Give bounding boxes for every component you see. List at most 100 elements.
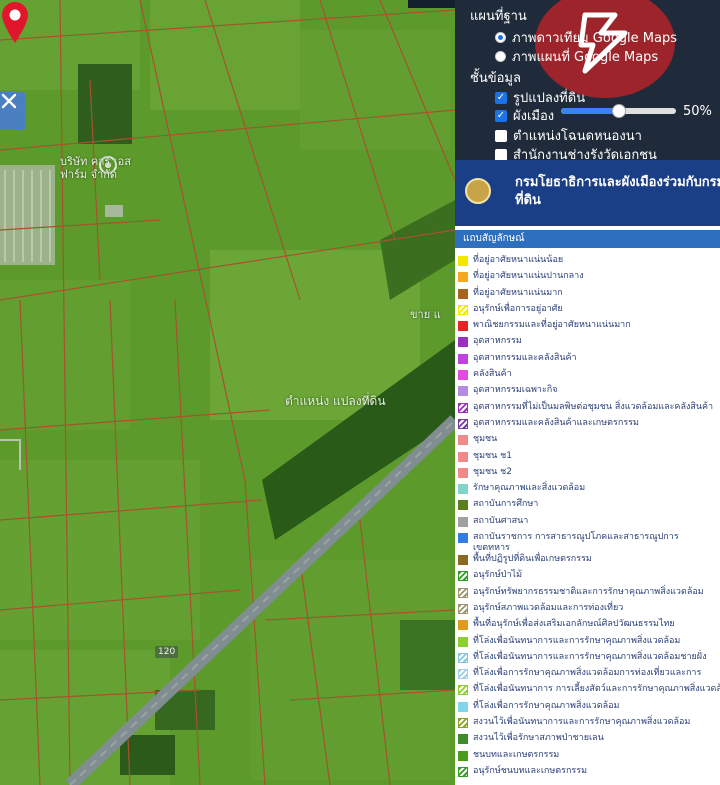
legend-label: อนุรักษ์ทรัพยากรธรรมชาติและการรักษาคุณภา…	[473, 586, 704, 597]
legend-label: สถาบันการศึกษา	[473, 499, 539, 510]
legend-item: อนุรักษ์ป่าไม้	[455, 570, 720, 586]
legend-item: รักษาคุณภาพและสิ่งแวดล้อม	[455, 483, 720, 499]
legend-swatch	[458, 620, 468, 631]
agency-banner-text: กรมโยธาธิการและผังเมืองร่วมกับกรม ที่ดิน	[515, 175, 720, 208]
legend-label: อุตสาหกรรมเฉพาะกิจ	[473, 385, 558, 396]
map-canvas[interactable]: บริษัท คาร์ เอส ฟาร์ม จำกัด ขาย แ ตำแหน่…	[0, 0, 455, 785]
legend-swatch	[458, 718, 468, 729]
legend-swatch	[458, 337, 468, 348]
legend-label: อนุรักษ์สภาพแวดล้อมและการท่องเที่ยว	[473, 602, 624, 613]
checkbox-unchecked[interactable]	[495, 148, 507, 161]
radio-unselected[interactable]	[495, 51, 506, 62]
legend-label: ที่โล่งเพื่อนันทนาการและการรักษาคุณภาพสิ…	[473, 635, 681, 646]
legend-swatch	[458, 467, 468, 478]
layer-cityplan[interactable]: ✓ ผังเมือง	[495, 105, 554, 126]
legend-swatch	[458, 571, 468, 582]
legend-label: อนุรักษ์เพื่อการอยู่อาศัย	[473, 303, 563, 314]
map-top-strip	[408, 0, 455, 8]
layer-label: ผังเมือง	[513, 109, 555, 124]
legend-swatch	[458, 484, 468, 495]
legend-item: ชุมชน ช1	[455, 451, 720, 467]
legend-swatch	[458, 272, 468, 283]
layer-label: ตำแหน่งโฉนดหนองนา	[513, 129, 642, 144]
legend-item: ที่โล่งเพื่อการรักษาคุณภาพสิ่งแวดล้อมการ…	[455, 668, 720, 684]
legend-swatch	[458, 652, 468, 663]
legend-label: คลังสินค้า	[473, 369, 512, 380]
legend-item: อุตสาหกรรมที่ไม่เป็นมลพิษต่อชุมชน สิ่งแว…	[455, 402, 720, 418]
legend-item: ที่โล่งเพื่อนันทนาการ การเลี้ยงสัตว์และก…	[455, 684, 720, 700]
legend-swatch	[458, 734, 468, 745]
layers-title: ชั้นข้อมูล	[470, 71, 521, 86]
basemap-option-satellite[interactable]: ภาพดาวเทียม Google Maps	[495, 27, 677, 48]
legend-swatch	[458, 418, 468, 429]
road-number-badge: 120	[155, 646, 179, 658]
legend-item: ชุมชน ช2	[455, 467, 720, 483]
legend-swatch	[458, 587, 468, 598]
map-imagery[interactable]	[0, 0, 455, 785]
legend-label: อุตสาหกรรมที่ไม่เป็นมลพิษต่อชุมชน สิ่งแว…	[473, 401, 714, 412]
basemap-option-map[interactable]: ภาพแผนที่ Google Maps	[495, 46, 658, 67]
legend-item: อนุรักษ์ทรัพยากรธรรมชาติและการรักษาคุณภา…	[455, 587, 720, 603]
checkbox-checked[interactable]: ✓	[495, 109, 507, 122]
legend-item: สถาบันราชการ การสาธารณูปโภคและสาธารณูปกา…	[455, 532, 720, 554]
legend-label: พื้นที่ปฏิรูปที่ดินเพื่อเกษตรกรรม	[473, 554, 592, 565]
legend-title: แถบสัญลักษณ์	[455, 230, 720, 248]
legend-list: ที่อยู่อาศัยหนาแน่นน้อย ที่อยู่อาศัยหนาแน…	[455, 255, 720, 782]
legend-label: รักษาคุณภาพและสิ่งแวดล้อม	[473, 483, 586, 494]
legend-item: ชนบทและเกษตรกรรม	[455, 750, 720, 766]
location-pin-icon[interactable]	[0, 0, 30, 44]
road-note-label: ขาย แ	[410, 308, 441, 321]
legend-item: ที่โล่งเพื่อนันทนาการและการรักษาคุณภาพสิ…	[455, 636, 720, 652]
legend-item: พื้นที่ปฏิรูปที่ดินเพื่อเกษตรกรรม	[455, 554, 720, 570]
legend-item: อุตสาหกรรมและคลังสินค้าและเกษตรกรรม	[455, 418, 720, 434]
legend-swatch	[458, 500, 468, 511]
legend-label: อุตสาหกรรมและคลังสินค้าและเกษตรกรรม	[473, 417, 639, 428]
opacity-slider[interactable]	[561, 104, 676, 118]
legend-item: สงวนไว้เพื่อนันทนาการและการรักษาคุณภาพสิ…	[455, 717, 720, 733]
close-map-button[interactable]	[0, 92, 26, 130]
legend-swatch	[458, 304, 468, 315]
layer-deed-location[interactable]: ตำแหน่งโฉนดหนองนา	[495, 125, 642, 146]
opacity-slider-thumb[interactable]	[611, 104, 626, 118]
legend-item: อนุรักษ์สภาพแวดล้อมและการท่องเที่ยว	[455, 603, 720, 619]
checkbox-checked[interactable]: ✓	[495, 91, 507, 104]
legend-label: อุตสาหกรรมและคลังสินค้า	[473, 352, 577, 363]
pin-label: ตำแหน่ง แปลงที่ดิน	[285, 394, 386, 408]
legend-item: อุตสาหกรรมและคลังสินค้า	[455, 353, 720, 369]
legend-label: ชุมชน	[473, 434, 498, 445]
legend-label: ชนบทและเกษตรกรรม	[473, 749, 560, 760]
legend-swatch	[458, 288, 468, 299]
legend-label: ที่โล่งเพื่อนันทนาการและการรักษาคุณภาพสิ…	[473, 651, 707, 662]
radio-selected[interactable]	[495, 32, 506, 43]
layer-panel: แผนที่ฐาน ภาพดาวเทียม Google Maps ภาพแผน…	[455, 0, 720, 785]
legend-item: อุตสาหกรรม	[455, 336, 720, 352]
legend-swatch	[458, 370, 468, 381]
legend-label: สถาบันราชการ การสาธารณูปโภคและสาธารณูปกา…	[473, 532, 679, 554]
legend-swatch	[458, 256, 468, 266]
legend-label: ชุมชน ช2	[473, 466, 512, 477]
legend-swatch	[458, 321, 468, 332]
legend-item: ที่โล่งเพื่อการรักษาคุณภาพสิ่งแวดล้อม	[455, 701, 720, 717]
legend-label: พาณิชยกรรมและที่อยู่อาศัยหนาแน่นมาก	[473, 320, 631, 331]
legend-label: สงวนไว้เพื่อนันทนาการและการรักษาคุณภาพสิ…	[473, 717, 691, 728]
basemap-title: แผนที่ฐาน	[470, 9, 527, 24]
legend-item: พื้นที่อนุรักษ์เพื่อส่งเสริมเอกลักษณ์ศิล…	[455, 619, 720, 635]
legend-label: สถาบันศาสนา	[473, 515, 529, 526]
legend-item: คลังสินค้า	[455, 369, 720, 385]
legend-item: ที่อยู่อาศัยหนาแน่นน้อย	[455, 255, 720, 271]
legend-item: สถาบันการศึกษา	[455, 499, 720, 515]
legend-item: อุตสาหกรรมเฉพาะกิจ	[455, 385, 720, 401]
layer-controls: แผนที่ฐาน ภาพดาวเทียม Google Maps ภาพแผน…	[455, 0, 720, 163]
checkbox-unchecked[interactable]	[495, 129, 507, 142]
legend-swatch	[458, 766, 468, 777]
basemap-option-label: ภาพดาวเทียม Google Maps	[512, 31, 677, 46]
legend-swatch	[458, 555, 468, 566]
legend-label: พื้นที่อนุรักษ์เพื่อส่งเสริมเอกลักษณ์ศิล…	[473, 619, 675, 630]
legend-swatch	[458, 603, 468, 614]
legend-swatch	[458, 669, 468, 680]
legend-label: ชุมชน ช1	[473, 450, 512, 461]
legend-item: พาณิชยกรรมและที่อยู่อาศัยหนาแน่นมาก	[455, 320, 720, 336]
legend-label: สงวนไว้เพื่อรักษาสภาพป่าชายเลน	[473, 733, 604, 744]
legend-label: ที่อยู่อาศัยหนาแน่นน้อย	[473, 255, 564, 265]
legend-label: อนุรักษ์ชนบทและเกษตรกรรม	[473, 765, 588, 776]
